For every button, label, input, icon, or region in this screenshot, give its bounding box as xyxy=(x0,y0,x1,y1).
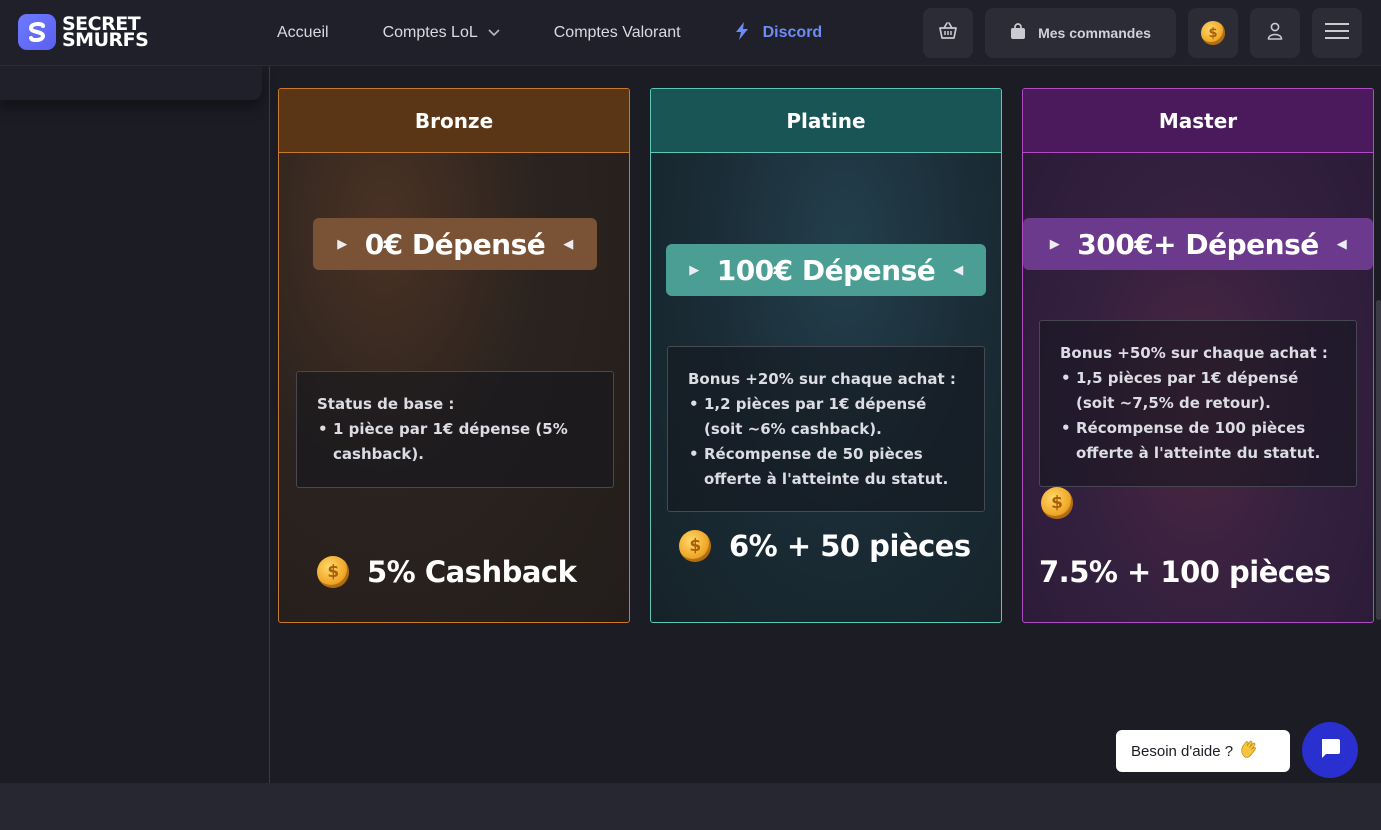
nav-discord-label: Discord xyxy=(762,24,823,41)
caret-right-icon: ▶ xyxy=(1049,236,1060,252)
perk-title: Status de base : xyxy=(317,395,455,413)
caret-right-icon: ▶ xyxy=(689,262,699,278)
nav-lol-label: Comptes LoL xyxy=(382,24,478,41)
tier-reward: $ 5% Cashback xyxy=(317,555,577,589)
chat-bubble-icon xyxy=(1319,737,1341,764)
coin-icon: $ xyxy=(1201,21,1225,45)
page-scrollbar[interactable] xyxy=(1376,300,1381,620)
coins-button[interactable]: $ xyxy=(1188,8,1238,58)
chevron-down-icon xyxy=(488,26,500,40)
tier-perks-box: Status de base : 1 pièce par 1€ dépense … xyxy=(296,371,614,488)
brand-logo[interactable]: SECRET SMURFS xyxy=(18,14,149,51)
basket-icon xyxy=(938,21,958,45)
tier-spent-badge: ▶ 300€+ Dépensé ◀ xyxy=(1023,218,1373,270)
top-navigation-bar: SECRET SMURFS Accueil Comptes LoL Compte… xyxy=(0,0,1381,66)
perk-list: 1,2 pièces par 1€ dépensé (soit ~6% cash… xyxy=(688,392,968,492)
tier-perks-box: Bonus +20% sur chaque achat : 1,2 pièces… xyxy=(667,346,985,512)
tier-spent-badge: ▶ 0€ Dépensé ◀ xyxy=(313,218,597,270)
tier-card-master: Master ▶ 300€+ Dépensé ◀ Bonus +50% sur … xyxy=(1022,88,1374,623)
footer-strip xyxy=(0,783,1381,830)
tier-reward: $ 6% + 50 pièces xyxy=(679,529,971,563)
tier-spent-label: 100€ Dépensé xyxy=(716,253,936,287)
coin-icon: $ xyxy=(679,530,711,562)
my-orders-button[interactable]: Mes commandes xyxy=(985,8,1176,58)
coin-icon: $ xyxy=(317,556,349,588)
cart-button[interactable] xyxy=(923,8,973,58)
perk-title: Bonus +20% sur chaque achat : xyxy=(688,370,956,388)
tier-reward: 7.5% + 100 pièces xyxy=(1039,555,1331,589)
help-label: Besoin d'aide ? xyxy=(1131,742,1234,760)
brand-name: SECRET SMURFS xyxy=(62,15,149,51)
tier-title: Master xyxy=(1023,89,1373,153)
perk-list: 1,5 pièces par 1€ dépensé (soit ~7,5% de… xyxy=(1060,366,1340,466)
nav-home[interactable]: Accueil xyxy=(277,24,329,42)
brand-line-2: SMURFS xyxy=(62,29,149,51)
user-icon xyxy=(1267,22,1283,45)
sidebar-panel-header xyxy=(0,66,262,100)
tier-reward-label: 6% + 50 pièces xyxy=(729,529,971,563)
menu-button[interactable] xyxy=(1312,8,1362,58)
lightning-icon xyxy=(735,21,749,45)
coin-icon: $ xyxy=(1041,487,1073,519)
perk-item: Récompense de 100 pièces offerte à l'att… xyxy=(1060,416,1340,466)
shopping-bag-icon xyxy=(1010,23,1026,43)
hamburger-menu-icon xyxy=(1325,22,1349,45)
nav-valorant-accounts[interactable]: Comptes Valorant xyxy=(554,24,681,42)
caret-left-icon: ◀ xyxy=(1336,236,1347,252)
left-sidebar xyxy=(0,66,270,783)
tier-spent-label: 300€+ Dépensé xyxy=(1077,227,1319,261)
nav-lol-accounts[interactable]: Comptes LoL xyxy=(383,24,500,42)
perk-item: 1 pièce par 1€ dépense (5% cashback). xyxy=(317,417,597,467)
tier-perks-box: Bonus +50% sur chaque achat : 1,5 pièces… xyxy=(1039,320,1357,487)
account-button[interactable] xyxy=(1250,8,1300,58)
tier-reward-label: 5% Cashback xyxy=(367,555,577,589)
tier-card-bronze: Bronze ▶ 0€ Dépensé ◀ Status de base : 1… xyxy=(278,88,630,623)
chat-launcher-button[interactable] xyxy=(1302,722,1358,778)
perk-title: Bonus +50% sur chaque achat : xyxy=(1060,344,1328,362)
perk-item: 1,2 pièces par 1€ dépensé (soit ~6% cash… xyxy=(688,392,968,442)
main-nav: Accueil Comptes LoL Comptes Valorant Dis… xyxy=(277,0,822,66)
tier-reward-label: 7.5% + 100 pièces xyxy=(1039,555,1331,589)
help-bubble[interactable]: Besoin d'aide ? xyxy=(1116,730,1290,772)
nav-discord[interactable]: Discord xyxy=(735,21,823,45)
caret-right-icon: ▶ xyxy=(337,236,347,252)
perk-item: 1,5 pièces par 1€ dépensé (soit ~7,5% de… xyxy=(1060,366,1340,416)
tier-title: Bronze xyxy=(279,89,629,153)
tier-spent-badge: ▶ 100€ Dépensé ◀ xyxy=(666,244,986,296)
tier-card-platine: Platine ▶ 100€ Dépensé ◀ Bonus +20% sur … xyxy=(650,88,1002,623)
caret-left-icon: ◀ xyxy=(953,262,963,278)
waving-hand-icon xyxy=(1239,739,1259,763)
logo-s-icon xyxy=(18,14,56,50)
tier-title: Platine xyxy=(651,89,1001,153)
tier-spent-label: 0€ Dépensé xyxy=(364,227,546,261)
my-orders-label: Mes commandes xyxy=(1038,25,1151,41)
caret-left-icon: ◀ xyxy=(563,236,573,252)
perk-item: Récompense de 50 pièces offerte à l'atte… xyxy=(688,442,968,492)
perk-list: 1 pièce par 1€ dépense (5% cashback). xyxy=(317,417,597,467)
